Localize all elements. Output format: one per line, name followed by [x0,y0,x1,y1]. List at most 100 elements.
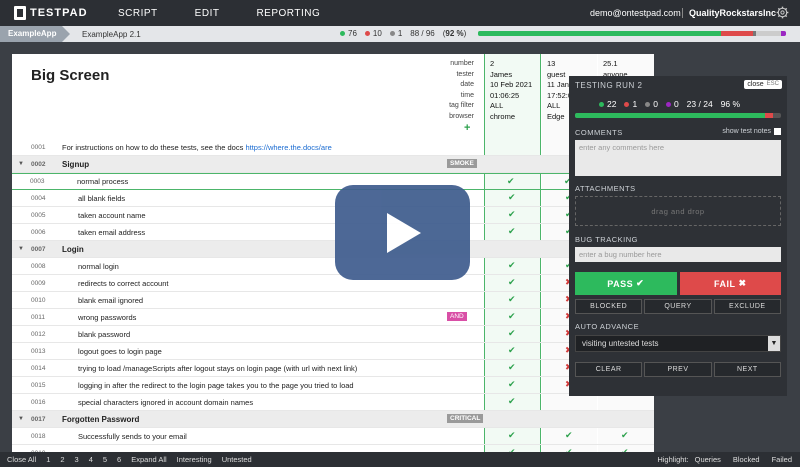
level-2-link[interactable]: 2 [60,455,64,464]
section-row[interactable]: ▼ 0017 Forgotten Password CRITICAL [12,411,654,428]
table-row[interactable]: 0016 special characters ignored in accoun… [12,394,654,411]
pass-check-icon[interactable]: ✔ [508,345,516,356]
table-row[interactable]: 0011wrong passwordsAND✔✖ [12,309,654,326]
esc-label: ESC [766,81,779,87]
section-row[interactable]: ▼ 0002 Signup SMOKE [12,156,654,173]
logo[interactable]: TESTPAD [14,6,94,20]
tag-badge: SMOKE [447,159,477,168]
nav-edit[interactable]: EDIT [195,8,220,19]
run-meta-labels: number tester date time tag filter brows… [412,59,474,122]
close-panel-button[interactable]: close ESC [744,80,782,89]
table-row[interactable]: 0008normal login✔✔ [12,258,654,275]
breadcrumb-project[interactable]: ExampleApp [0,26,70,42]
table-row[interactable]: 0001 For instructions on how to do these … [12,139,654,156]
close-all-link[interactable]: Close All [7,455,36,464]
table-row[interactable]: 0004all blank fields✔✔ [12,190,654,207]
table-row[interactable]: 0003 normal process ✔ ✔ [12,173,654,190]
add-run-plus-icon[interactable]: + [464,122,470,134]
pass-check-icon[interactable]: ✔ [508,209,516,220]
pass-button[interactable]: PASS ✔ [575,272,677,295]
pass-check-icon[interactable]: ✔ [508,260,516,271]
query-button[interactable]: QUERY [644,299,712,314]
pass-check-icon[interactable]: ✔ [508,328,516,339]
pass-check-icon[interactable]: ✔ [565,430,573,441]
progress-percent: 92 % [445,29,464,38]
level-6-link[interactable]: 6 [117,455,121,464]
show-notes-checkbox[interactable] [774,128,781,135]
overall-pass-fill [478,31,722,36]
table-row[interactable]: 0012blank password✔✖ [12,326,654,343]
row-title: blank password [62,330,130,339]
pass-check-icon[interactable]: ✔ [508,362,516,373]
blocked-button[interactable]: BLOCKED [575,299,643,314]
highlight-blocked-link[interactable]: Blocked [733,455,760,464]
auto-advance-select[interactable]: visiting untested tests ▼ [575,335,781,352]
collapse-triangle-icon[interactable]: ▼ [18,246,24,252]
highlight-label: Highlight: [657,455,689,464]
gear-icon[interactable] [776,6,789,19]
level-1-link[interactable]: 1 [46,455,50,464]
table-row[interactable]: 0014 trying to load /manageScripts after … [12,360,654,377]
untested-link[interactable]: Untested [222,455,252,464]
highlight-failed-link[interactable]: Failed [772,455,792,464]
prev-button[interactable]: PREV [644,362,712,377]
breadcrumb-folder[interactable]: ExampleApp 2.1 [82,30,141,39]
level-4-link[interactable]: 4 [89,455,93,464]
table-row[interactable]: 0018 Successfully sends to your email ✔ ✔ ✔ [12,428,654,445]
video-play-button[interactable] [335,185,470,280]
pass-check-icon[interactable]: ✔ [508,430,516,441]
fail-button[interactable]: FAIL ✖ [679,272,781,295]
pass-check-icon[interactable]: ✔ [508,277,516,288]
pass-check-icon[interactable]: ✔ [507,176,515,187]
row-title-text: redirects to correct account [78,278,169,288]
level-5-link[interactable]: 5 [103,455,107,464]
script-grid: 2 James 10 Feb 2021 01:06:25 ALL chrome … [12,54,654,454]
table-row[interactable]: 0015 logging in after the redirect to the… [12,377,654,394]
meta-label: date [460,81,474,88]
row-number: 0015 [31,381,46,389]
pass-check-icon[interactable]: ✔ [508,311,516,322]
highlight-queries-link[interactable]: Queries [695,455,721,464]
user-email[interactable]: demo@ontestpad.com [590,8,681,18]
attachments-dropzone[interactable]: drag and drop [575,196,781,226]
table-row[interactable]: 0006taken email address✔✔ [12,224,654,241]
pass-check-icon[interactable]: ✔ [508,226,516,237]
row-title: logging in after the redirect to the log… [62,381,354,390]
clear-button[interactable]: CLEAR [575,362,643,377]
section-row[interactable]: ▼ 0007 Login [12,241,654,258]
collapse-triangle-icon[interactable]: ▼ [18,416,24,422]
table-row[interactable]: 0010blank email ignored✔✖ [12,292,654,309]
fail-dot-icon [624,101,630,107]
check-icon: ✔ [636,278,645,288]
next-button[interactable]: NEXT [713,362,781,377]
comments-input[interactable]: enter any comments here [575,140,781,176]
other-count: 1 [397,29,403,38]
bug-number-input[interactable]: enter a bug number here [575,247,781,262]
table-row[interactable]: 0009redirects to correct account✔✖ [12,275,654,292]
pass-check-icon[interactable]: ✔ [508,379,516,390]
pass-check-icon[interactable]: ✔ [508,192,516,203]
row-title: For instructions on how to do these test… [62,143,332,152]
pass-check-icon[interactable]: ✔ [621,430,629,441]
show-notes-toggle[interactable]: show test notes [722,128,781,135]
exclude-button[interactable]: EXCLUDE [713,299,781,314]
row-title: redirects to correct account [62,279,168,288]
nav-script[interactable]: SCRIPT [118,8,158,19]
collapse-triangle-icon[interactable]: ▼ [18,161,24,167]
interesting-link[interactable]: Interesting [177,455,212,464]
pass-dot-icon [599,101,604,107]
pass-check-icon[interactable]: ✔ [508,396,516,407]
overall-other-fill [753,31,757,36]
meta-label: time [460,91,474,99]
docs-link[interactable]: https://where.the.docs/are [245,143,331,152]
table-row[interactable]: 0013logout goes to login page✔✖ [12,343,654,360]
table-row[interactable]: 0005taken account name✔✔ [12,207,654,224]
org-name[interactable]: QualityRockstarsInc [682,8,776,18]
level-3-link[interactable]: 3 [75,455,79,464]
pass-check-icon[interactable]: ✔ [508,294,516,305]
row-number: 0011 [31,313,45,321]
expand-all-link[interactable]: Expand All [131,455,166,464]
row-title-text: wrong passwords [78,312,137,322]
progress-percent-wrap: (92 %) [442,29,467,38]
nav-reporting[interactable]: REPORTING [256,8,320,19]
